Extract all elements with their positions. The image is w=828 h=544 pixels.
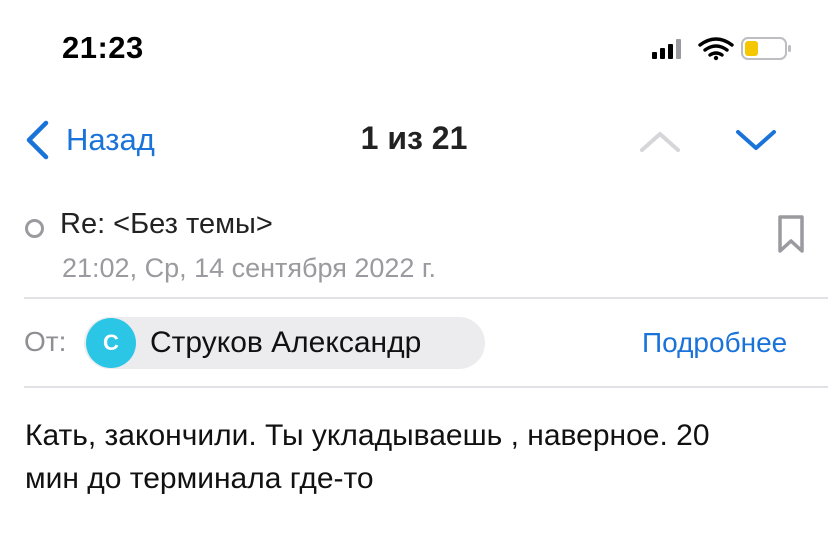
chevron-down-icon <box>736 130 776 150</box>
message-body-line: Кать, закончили. Ты укладываешь , наверн… <box>25 419 710 452</box>
details-link[interactable]: Подробнее <box>642 327 787 359</box>
previous-message-button[interactable] <box>636 122 684 162</box>
battery-low-icon <box>741 37 791 60</box>
read-status-dot[interactable] <box>25 219 44 238</box>
message-subject: Re: <Без темы> <box>60 208 273 240</box>
message-body: Кать, закончили. Ты укладываешь , наверн… <box>25 414 815 500</box>
bookmark-icon[interactable] <box>776 214 806 254</box>
sender-chip[interactable]: С Струков Александр <box>84 317 485 369</box>
cellular-signal-icon <box>652 39 681 59</box>
sender-avatar: С <box>86 318 136 368</box>
back-label: Назад <box>66 122 155 157</box>
status-time: 21:23 <box>62 30 144 65</box>
message-timestamp: 21:02, Ср, 14 сентября 2022 г. <box>62 253 436 283</box>
back-button[interactable]: Назад <box>24 118 155 162</box>
divider <box>24 297 828 299</box>
sender-name: Струков Александр <box>150 326 422 359</box>
chevron-left-icon <box>26 120 49 160</box>
from-label: От: <box>24 326 67 357</box>
chevron-up-icon <box>640 132 680 152</box>
next-message-button[interactable] <box>732 122 780 162</box>
message-counter: 1 из 21 <box>360 120 468 156</box>
status-icons <box>652 37 791 61</box>
message-body-line: мин до терминала где-то <box>25 462 374 495</box>
wifi-icon <box>698 37 734 61</box>
divider <box>24 386 828 388</box>
